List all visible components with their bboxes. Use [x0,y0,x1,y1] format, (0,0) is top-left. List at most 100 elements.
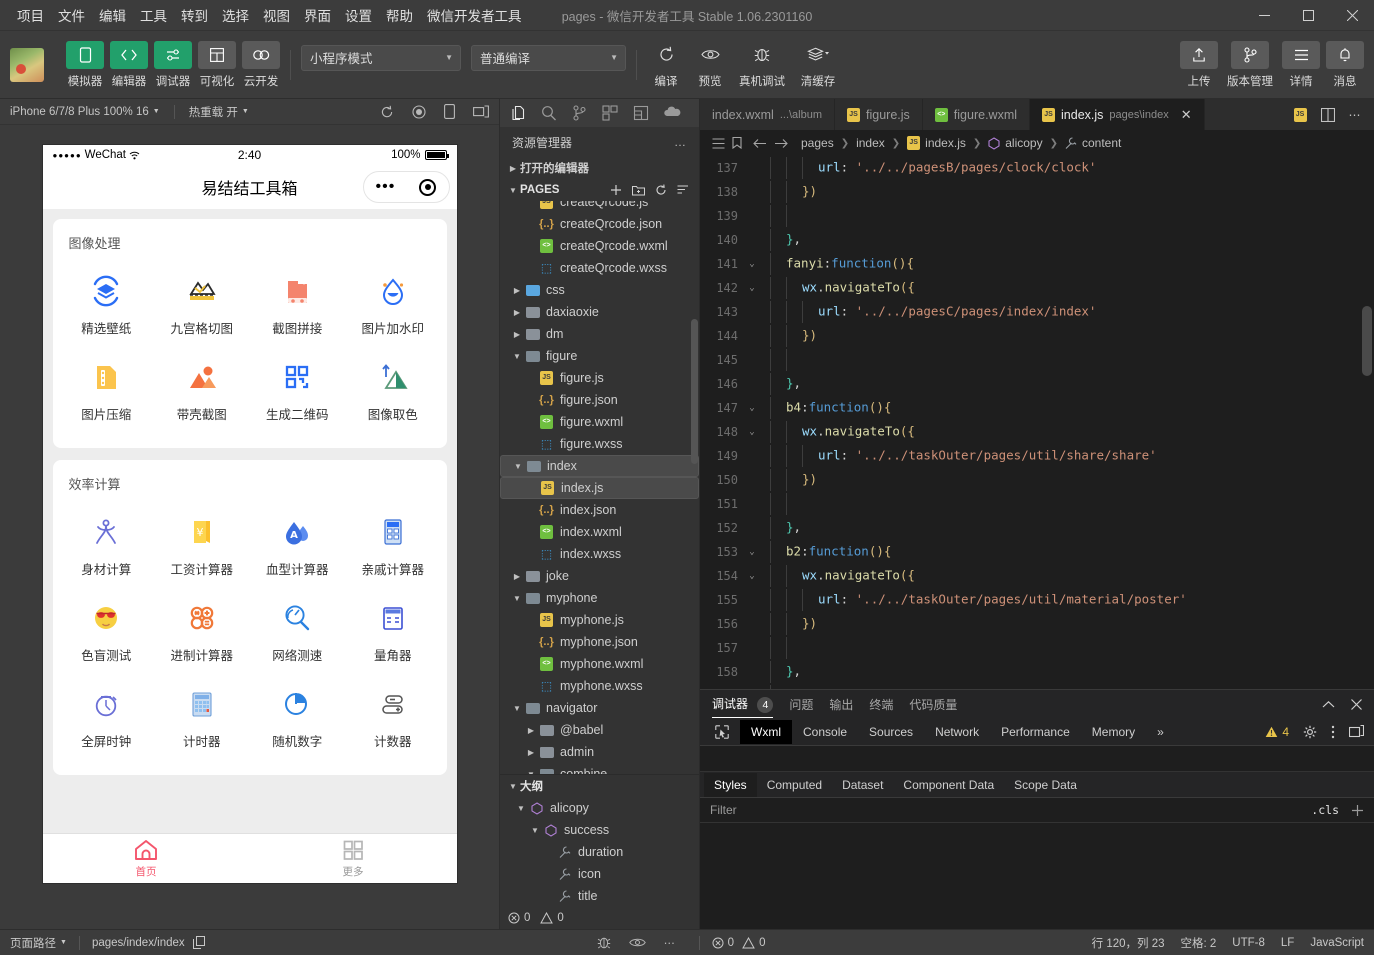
code-line[interactable]: 155url: '../../taskOuter/pages/util/mate… [700,588,1374,612]
explorer-scrollbar[interactable] [691,319,698,464]
menu-item-2[interactable]: 编辑 [92,1,133,29]
chevron-down-icon[interactable]: ▼ [510,594,524,603]
chevron-down-icon[interactable]: ▼ [524,770,538,775]
close-icon[interactable]: ✕ [1181,107,1192,123]
breadcrumb-item-pages[interactable]: pages [801,136,834,150]
editor-tab-index-wxml[interactable]: index.wxml ...\album [700,99,835,130]
close-circle-icon[interactable] [419,179,436,196]
close-icon[interactable] [1351,699,1362,710]
chevron-down-icon[interactable]: ▼ [510,704,524,713]
mode-select[interactable]: 小程序模式 ▼ [301,45,461,71]
code-line[interactable]: 137url: '../../pagesB/pages/clock/clock' [700,156,1374,180]
grid-item-watermark[interactable]: 图片加水印 [345,262,441,348]
back-arrow-icon[interactable] [753,138,767,149]
code-line[interactable]: 145 [700,348,1374,372]
compile-select[interactable]: 普通编译 ▼ [471,45,626,71]
grid-item-protractor[interactable]: 量角器 [345,589,441,675]
status-problems[interactable]: 0 0 [712,937,766,949]
tree-item[interactable]: ▼myphone [500,587,699,609]
bookmark-icon[interactable] [732,137,742,149]
grid-item-shell-shot[interactable]: 带壳截图 [154,348,250,434]
tree-item[interactable]: {..}figure.json [500,389,699,411]
gear-icon[interactable] [1303,725,1317,739]
grid-item-color-pick[interactable]: 图像取色 [345,348,441,434]
cls-toggle[interactable]: .cls [1311,803,1339,817]
editor-scrollbar[interactable] [1360,156,1374,689]
record-icon[interactable] [412,105,426,119]
warning-indicator[interactable]: 4 [1265,725,1289,739]
editor-tab-index-js[interactable]: JS index.js pages\index ✕ [1030,99,1205,130]
grid-item-blood[interactable]: A 血型计算器 [250,503,346,589]
menu-item-10[interactable]: 微信开发者工具 [420,1,529,29]
tree-item[interactable]: {..}index.json [500,499,699,521]
tree-item[interactable]: <>myphone.wxml [500,653,699,675]
tree-item[interactable]: ▼index [500,455,699,477]
tree-item[interactable]: ▼navigator [500,697,699,719]
device-select[interactable]: iPhone 6/7/8 Plus 100% 16 ▼ [10,106,160,118]
panel-tab-debugger[interactable]: 调试器 4 [712,691,773,718]
tree-item[interactable]: ▶admin [500,741,699,763]
devtools-tab-console[interactable]: Console [792,720,858,744]
grid-item-qrcode[interactable]: 生成二维码 [250,348,346,434]
toolbar-button-compile[interactable]: 编译 [647,41,685,89]
outline-item[interactable]: ▼alicopy [500,797,699,819]
fold-chevron-icon[interactable]: ⌄ [744,547,760,557]
code-line[interactable]: 142⌄wx.navigateTo({ [700,276,1374,300]
menu-item-1[interactable]: 文件 [51,1,92,29]
code-line[interactable]: 138}) [700,180,1374,204]
tree-item[interactable]: ▼figure [500,345,699,367]
new-file-icon[interactable] [610,184,622,196]
panel-tab-terminal[interactable]: 终端 [869,692,893,717]
toolbar-button-upload[interactable]: 上传 [1180,41,1218,89]
fold-chevron-icon[interactable]: ⌄ [744,571,760,581]
code-editor[interactable]: 137url: '../../pagesB/pages/clock/clock'… [700,156,1374,689]
menu-item-4[interactable]: 转到 [174,1,215,29]
tree-item[interactable]: <>index.wxml [500,521,699,543]
styles-tab-scope-data[interactable]: Scope Data [1004,773,1087,797]
file-tree[interactable]: JScreateQrcode.js{..}createQrcode.json<>… [500,201,699,774]
grid-item-salary[interactable]: ¥ 工资计算器 [154,503,250,589]
breadcrumb-item-index[interactable]: index [856,136,885,150]
capsule-buttons[interactable]: ••• [363,171,450,203]
grid-item-stitch[interactable]: 截图拼接 [250,262,346,348]
refresh-icon[interactable] [655,184,667,196]
code-line[interactable]: 154⌄wx.navigateTo({ [700,564,1374,588]
code-line[interactable]: 147⌄b4:function(){ [700,396,1374,420]
tabbar-item-more[interactable]: 更多 [250,834,457,883]
toolbar-button-message[interactable]: 消息 [1326,41,1364,89]
tree-item[interactable]: JSmyphone.js [500,609,699,631]
tabbar-item-home[interactable]: 首页 [43,834,250,883]
toolbar-button-device-debug[interactable]: 真机调试 [735,41,789,89]
grid-item-wallpaper[interactable]: 精选壁纸 [59,262,155,348]
breadcrumb-item-alicopy[interactable]: alicopy [988,136,1042,150]
tree-item[interactable]: ▶css [500,279,699,301]
chevron-down-icon[interactable]: ▼ [528,826,542,835]
grid-item-counter[interactable]: 计数器 [345,675,441,761]
project-avatar[interactable] [10,48,44,82]
code-line[interactable]: 141⌄fanyi:function(){ [700,252,1374,276]
styles-tab-component-data[interactable]: Component Data [893,773,1004,797]
grid-item-base-calc[interactable]: 进制计算器 [154,589,250,675]
more-icon[interactable]: ⋯ [1349,108,1363,122]
hotreload-select[interactable]: 热重载 开 ▼ [189,104,249,120]
js-file-icon[interactable]: JS [1294,108,1307,122]
indentation[interactable]: 空格: 2 [1181,935,1217,951]
tree-item[interactable]: <>figure.wxml [500,411,699,433]
devtools-tab-more[interactable]: » [1146,720,1175,744]
tree-item[interactable]: {..}myphone.json [500,631,699,653]
outline-item[interactable]: title [500,885,699,907]
styles-tab-computed[interactable]: Computed [757,773,832,797]
menu-item-9[interactable]: 帮助 [379,1,420,29]
tree-item[interactable]: ▶daxiaoxie [500,301,699,323]
chevron-right-icon[interactable]: ▶ [510,330,524,339]
dock-icon[interactable] [1349,725,1364,738]
wxml-dom-tree[interactable] [700,746,1374,772]
chevron-up-icon[interactable] [1322,700,1335,709]
toolbar-button-clear-cache[interactable]: 清缓存 [795,41,841,89]
tree-item[interactable]: ⬚createQrcode.wxss [500,257,699,279]
device-icon[interactable] [444,104,455,119]
fold-chevron-icon[interactable]: ⌄ [744,283,760,293]
chevron-right-icon[interactable]: ▶ [510,286,524,295]
search-icon[interactable] [541,105,557,121]
fold-chevron-icon[interactable]: ⌄ [744,427,760,437]
